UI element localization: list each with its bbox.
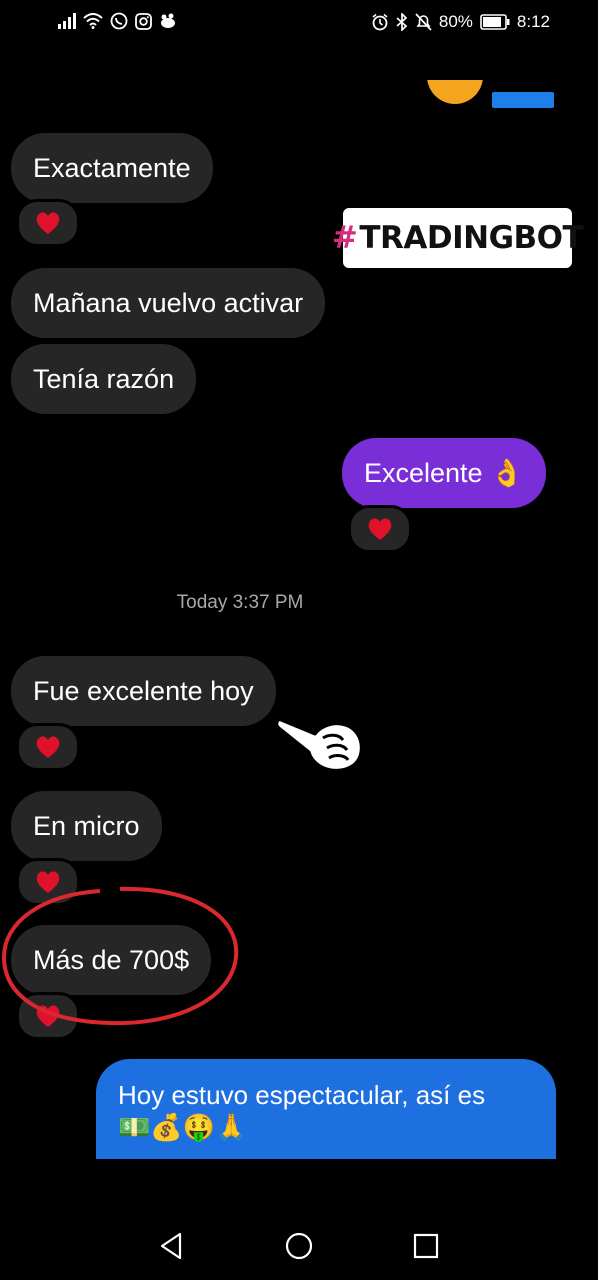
wifi-icon <box>83 13 103 29</box>
signal-icon <box>58 13 76 29</box>
heart-reaction[interactable] <box>348 505 412 553</box>
status-left-icons <box>58 12 177 30</box>
cropped-blue-shape-top <box>492 92 554 108</box>
message-text: Hoy estuvo espectacular, así es <box>118 1080 486 1110</box>
home-icon[interactable] <box>285 1232 313 1260</box>
battery-percent: 80% <box>438 12 473 31</box>
message-text: Mañana vuelvo activar <box>33 287 304 318</box>
heart-icon <box>368 518 392 540</box>
clock-time: 8:12 <box>516 12 550 31</box>
message-text: Fue excelente hoy <box>33 675 254 706</box>
whatsapp-icon <box>110 12 128 30</box>
chat-timestamp: Today 3:37 PM <box>176 592 304 613</box>
pointing-hand-icon <box>275 718 363 772</box>
heart-reaction[interactable] <box>16 723 80 771</box>
message-bubble-outgoing[interactable]: Excelente 👌 <box>342 438 546 508</box>
highlight-circle <box>1 886 239 1026</box>
mute-bell-icon <box>415 13 432 31</box>
back-icon[interactable] <box>158 1232 184 1260</box>
battery-icon <box>480 14 510 30</box>
tradingbot-hashtag-overlay: # TRADINGBOT <box>332 208 584 268</box>
message-bubble-incoming[interactable]: En micro <box>11 791 162 861</box>
heart-reaction[interactable] <box>16 199 80 247</box>
message-bubble-incoming[interactable]: Mañana vuelvo activar <box>11 268 326 338</box>
bluetooth-icon <box>396 13 408 31</box>
heart-icon <box>36 736 60 758</box>
system-navigation-bar <box>0 1195 598 1280</box>
heart-icon <box>36 212 60 234</box>
status-right-icons: 80% 8:12 <box>371 12 550 32</box>
message-bubble-incoming[interactable]: Tenía razón <box>11 344 197 414</box>
instagram-icon <box>135 12 152 30</box>
message-text: Excelente 👌 <box>364 457 524 488</box>
app-notification-icon <box>161 13 175 28</box>
message-text: Exactamente <box>33 152 191 183</box>
message-emoji-line: 💵💰🤑🙏 <box>118 1112 248 1142</box>
hashtag-symbol: # <box>331 220 358 256</box>
status-bar: 80% 8:12 <box>0 0 598 46</box>
message-bubble-incoming[interactable]: Exactamente <box>11 133 213 203</box>
message-bubble-outgoing[interactable]: Hoy estuvo espectacular, así es 💵💰🤑🙏 <box>96 1059 556 1159</box>
alarm-icon <box>372 13 388 31</box>
message-text: Tenía razón <box>33 363 175 394</box>
message-bubble-incoming[interactable]: Fue excelente hoy <box>11 656 276 726</box>
cropped-sticker-top <box>425 80 485 106</box>
recent-apps-icon[interactable] <box>413 1233 439 1259</box>
message-text: En micro <box>33 810 140 841</box>
hashtag-text: TRADINGBOT <box>359 220 584 256</box>
